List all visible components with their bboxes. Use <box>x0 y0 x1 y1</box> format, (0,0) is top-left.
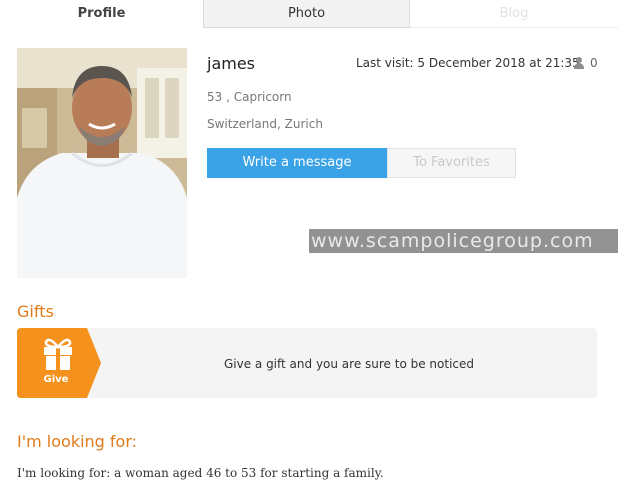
visits-count: 0 <box>590 56 598 70</box>
gift-description: Give a gift and you are sure to be notic… <box>223 357 475 371</box>
looking-for-text: I'm looking for: a woman aged 46 to 53 f… <box>17 466 384 480</box>
watermark-banner: www.scampolicegroup.com <box>309 229 618 253</box>
tab-photo[interactable]: Photo <box>203 0 410 28</box>
looking-for-heading: I'm looking for: <box>17 432 138 451</box>
profile-name: james <box>207 54 256 73</box>
write-message-button[interactable]: Write a message <box>207 148 387 178</box>
give-label: Give <box>43 374 69 385</box>
add-to-favorites-button[interactable]: To Favorites <box>387 148 516 178</box>
person-icon <box>574 57 584 69</box>
age-zodiac: 53 , Capricorn <box>207 90 292 104</box>
last-visit: Last visit: 5 December 2018 at 21:35 <box>356 56 580 70</box>
give-gift-button[interactable] <box>17 328 101 398</box>
visits-counter: 0 <box>574 56 598 70</box>
tab-profile[interactable]: Profile <box>0 0 203 28</box>
profile-tabs: Profile Photo Blog <box>0 0 618 28</box>
tab-blog[interactable]: Blog <box>410 0 618 28</box>
gifts-heading: Gifts <box>17 302 54 321</box>
profile-photo[interactable] <box>17 48 187 278</box>
location: Switzerland, Zurich <box>207 117 323 131</box>
